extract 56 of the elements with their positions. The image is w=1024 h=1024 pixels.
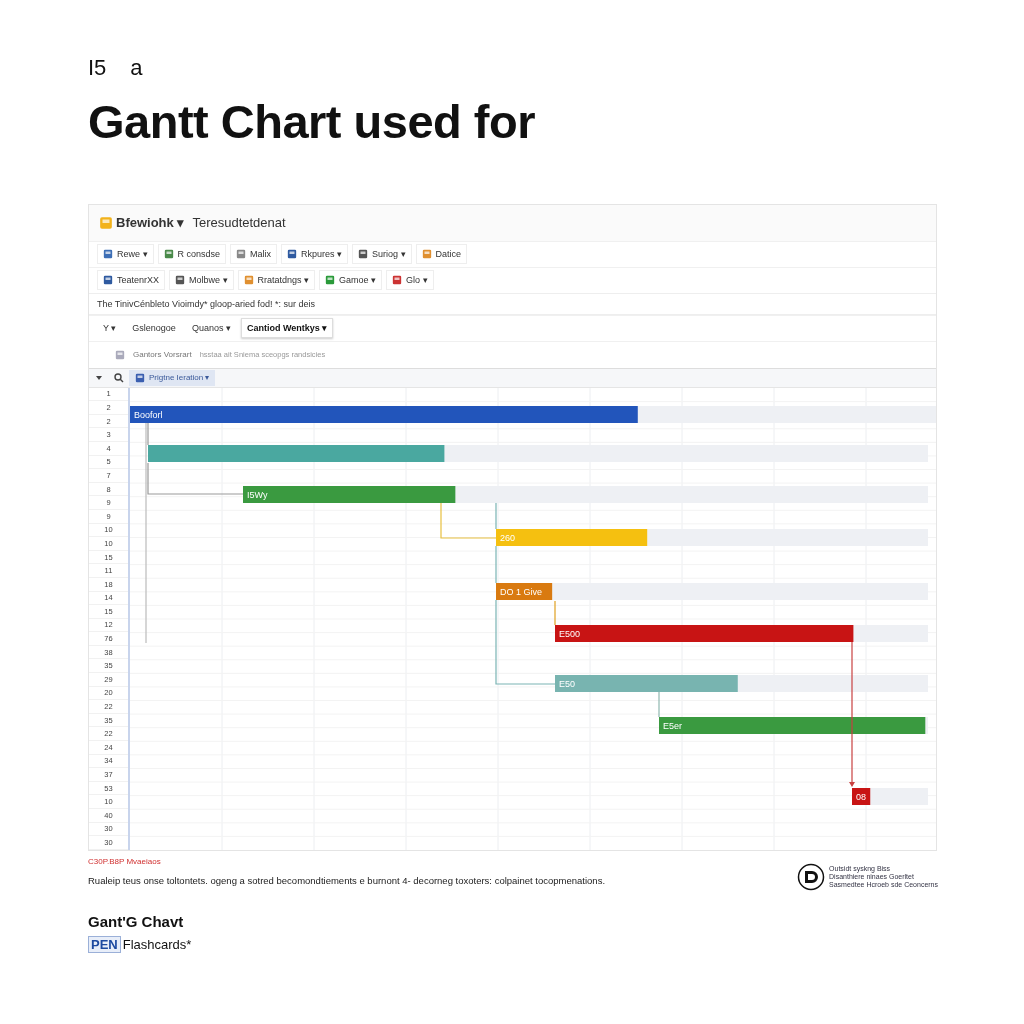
view-button[interactable]: Y ▾ (97, 318, 123, 339)
zoom-icon (113, 372, 124, 383)
connector-line (495, 545, 497, 584)
square-icon (325, 275, 336, 286)
task-label: I5Wy (247, 489, 268, 500)
square-icon (236, 249, 247, 260)
square-icon (358, 249, 369, 260)
page-icon (115, 349, 125, 360)
toolbar-button[interactable]: Malix (230, 244, 278, 265)
square-icon (175, 275, 186, 286)
view-button[interactable]: Gslenogoe (126, 318, 182, 339)
brand-logo: PEN (88, 935, 121, 953)
card-title: Gantt Chart used for (88, 96, 536, 148)
task-label: DO 1 Give (500, 586, 542, 597)
toolbar-button[interactable]: R consdse (157, 244, 227, 265)
view-button[interactable]: Quanos ▾ (185, 318, 237, 339)
app-logo-icon (99, 215, 113, 230)
breadcrumb-text: Gantors Vorsrart (133, 350, 192, 360)
brand-title: Gant'G Chavt (88, 912, 185, 930)
toolbar-button[interactable]: Datice (415, 244, 468, 265)
toolbar-button[interactable]: Gamoe ▾ (319, 270, 383, 291)
task-label: E500 (559, 628, 581, 639)
iteration-dropdown[interactable]: Prigtne Ieration ▾ (129, 369, 216, 386)
calendar-icon (135, 372, 145, 383)
square-icon (103, 249, 113, 260)
connector-line (440, 502, 497, 539)
task-label: 260 (500, 532, 516, 543)
task-label: Booforl (134, 409, 163, 420)
toolbar-button[interactable]: Rewe ▾ (97, 244, 154, 265)
toolbar-button[interactable]: Rratatdngs ▾ (237, 270, 316, 291)
task-label: E50 (559, 678, 575, 689)
square-icon (163, 249, 174, 260)
square-icon (392, 275, 403, 286)
badge-logo-icon (797, 862, 826, 891)
task-label: 08 (856, 791, 866, 802)
view-button[interactable]: Cantiod Wentkys ▾ (240, 318, 334, 339)
footer-description: Rualeip teus onse toltontets. ogeng a sotred becomondtiements e burnont 4- decorneg toxoters: colpainet tocopmenations. (88, 874, 606, 886)
square-icon (103, 275, 113, 286)
kicker-text: I5 (88, 55, 107, 81)
toolbar-button[interactable]: Molbwe ▾ (169, 270, 234, 291)
kicker-text: a (130, 55, 143, 81)
connector-line (658, 691, 660, 718)
square-icon (421, 249, 432, 260)
toolbar-button[interactable]: Glo ▾ (386, 270, 434, 291)
task-label: E5er (663, 720, 682, 731)
toolbar-button[interactable]: TeatenrXX (97, 270, 166, 291)
formula-bar: The TinivCénbleto Vioimdy* gloop-aried fod! *: sur deis (89, 292, 936, 315)
toolbar-button[interactable]: Suriog ▾ (352, 244, 412, 265)
square-icon (287, 249, 298, 260)
app-menu[interactable]: Bfewiohk ▾ (99, 215, 185, 231)
brand-name: Flashcards* (122, 936, 192, 952)
document-title: Teresudtetdenat (192, 215, 286, 231)
caret-icon (94, 373, 103, 382)
footer-note: C30P.B8P Mvaeiaos (88, 856, 162, 866)
toolbar-button[interactable]: Rkpures ▾ (281, 244, 349, 265)
square-icon (243, 275, 254, 286)
